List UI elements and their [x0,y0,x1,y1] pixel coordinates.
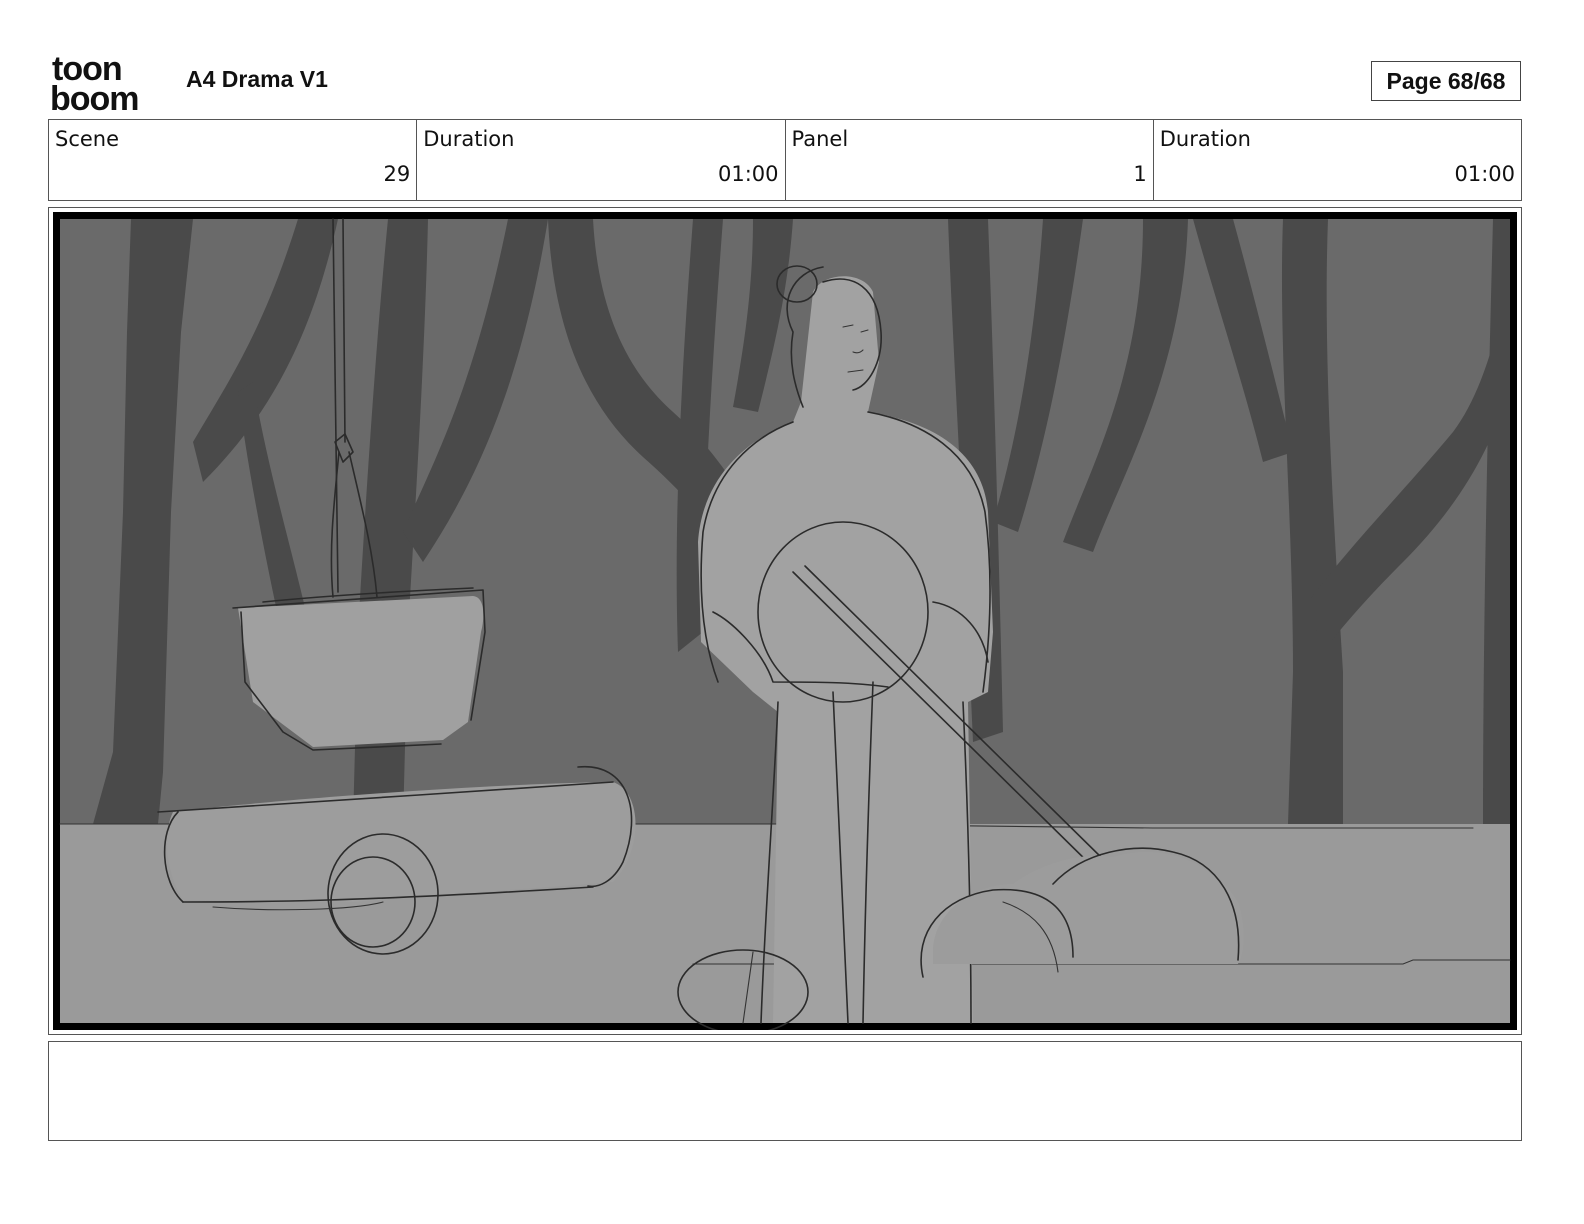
document-title: A4 Drama V1 [186,66,328,92]
panel-cell: Panel 1 [786,120,1154,200]
logo-text-bottom: boom [50,80,139,112]
scene-label: Scene [55,127,120,151]
scene-duration-label: Duration [423,127,515,151]
panel-sketch-image [53,212,1517,1030]
scene-info-row: Scene 29 Duration 01:00 Panel 1 Duration… [48,119,1522,201]
panel-value: 1 [1133,162,1147,186]
scene-duration-cell: Duration 01:00 [417,120,786,200]
scene-cell: Scene 29 [49,120,418,200]
panel-notes-box[interactable] [48,1041,1522,1141]
page-number: Page 68/68 [1371,61,1521,101]
panel-duration-label: Duration [1159,127,1251,151]
scene-duration-value: 01:00 [717,162,779,186]
panel-duration-value: 01:00 [1454,162,1515,186]
panel-duration-cell: Duration 01:00 [1154,120,1521,200]
storyboard-panel [48,207,1522,1035]
panel-label: Panel [791,127,849,151]
scene-value: 29 [383,162,411,186]
toonboom-logo: toon boom [50,52,140,112]
